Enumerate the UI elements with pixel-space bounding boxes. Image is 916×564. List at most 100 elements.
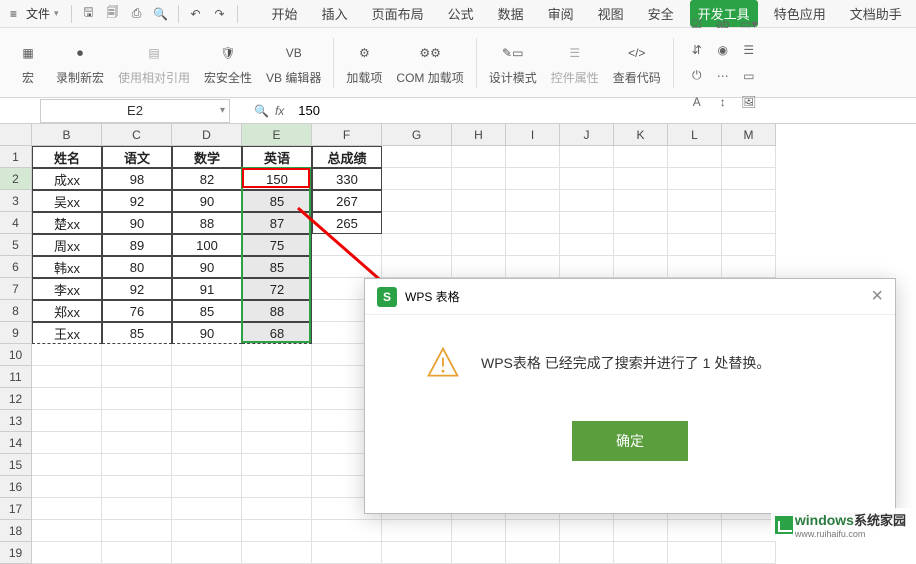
row-header-8[interactable]: 8 (0, 300, 32, 322)
row-header-15[interactable]: 15 (0, 454, 32, 476)
cell-D17[interactable] (172, 498, 242, 520)
cell-K18[interactable] (614, 520, 668, 542)
cell-J4[interactable] (560, 212, 614, 234)
cell-I18[interactable] (506, 520, 560, 542)
cell-C3[interactable] (102, 190, 172, 212)
cell-K1[interactable] (614, 146, 668, 168)
col-header-G[interactable]: G (382, 124, 452, 146)
cell-H6[interactable] (452, 256, 506, 278)
cell-L6[interactable] (668, 256, 722, 278)
row-header-13[interactable]: 13 (0, 410, 32, 432)
cell-B12[interactable] (32, 388, 102, 410)
cell-M19[interactable] (722, 542, 776, 564)
undo-icon[interactable]: ↶ (185, 3, 207, 25)
tab-7[interactable]: 安全 (640, 0, 682, 27)
cell-D5[interactable] (172, 234, 242, 256)
cell-D12[interactable] (172, 388, 242, 410)
ok-button[interactable]: 确定 (572, 421, 688, 461)
col-header-J[interactable]: J (560, 124, 614, 146)
row-header-17[interactable]: 17 (0, 498, 32, 520)
save-as-icon[interactable]: 🗐 (102, 3, 124, 25)
cell-D1[interactable] (172, 146, 242, 168)
cell-C8[interactable] (102, 300, 172, 322)
cell-G2[interactable] (382, 168, 452, 190)
cell-K4[interactable] (614, 212, 668, 234)
col-header-F[interactable]: F (312, 124, 382, 146)
cell-E15[interactable] (242, 454, 312, 476)
row-header-2[interactable]: 2 (0, 168, 32, 190)
tab-0[interactable]: 开始 (264, 0, 306, 27)
cell-C13[interactable] (102, 410, 172, 432)
cell-F3[interactable] (312, 190, 382, 212)
cell-F19[interactable] (312, 542, 382, 564)
cell-J1[interactable] (560, 146, 614, 168)
col-header-B[interactable]: B (32, 124, 102, 146)
cell-C15[interactable] (102, 454, 172, 476)
file-menu[interactable]: ≡ 文件 ▾ (4, 3, 65, 24)
relative-ref-button[interactable]: ▤ 使用相对引用 (112, 39, 196, 86)
record-macro-button[interactable]: ⏺ 录制新宏 (50, 39, 110, 86)
design-mode-button[interactable]: ✎▭ 设计模式 (483, 39, 543, 86)
cell-B14[interactable] (32, 432, 102, 454)
cell-L1[interactable] (668, 146, 722, 168)
cell-L19[interactable] (668, 542, 722, 564)
formula-input[interactable] (290, 101, 590, 120)
cell-D13[interactable] (172, 410, 242, 432)
cell-E10[interactable] (242, 344, 312, 366)
cell-E16[interactable] (242, 476, 312, 498)
view-code-button[interactable]: </> 查看代码 (607, 39, 667, 86)
cell-H3[interactable] (452, 190, 506, 212)
select-all-corner[interactable] (0, 124, 32, 146)
col-header-D[interactable]: D (172, 124, 242, 146)
cell-C2[interactable] (102, 168, 172, 190)
cell-K6[interactable] (614, 256, 668, 278)
close-icon[interactable]: × (871, 285, 883, 308)
col-header-C[interactable]: C (102, 124, 172, 146)
cell-M4[interactable] (722, 212, 776, 234)
cell-I5[interactable] (506, 234, 560, 256)
label-control-icon[interactable]: A (686, 91, 708, 113)
cell-G6[interactable] (382, 256, 452, 278)
cell-H2[interactable] (452, 168, 506, 190)
spin-control-icon[interactable]: ⇵ (686, 39, 708, 61)
cell-D8[interactable] (172, 300, 242, 322)
cell-H19[interactable] (452, 542, 506, 564)
cell-E18[interactable] (242, 520, 312, 542)
cell-D10[interactable] (172, 344, 242, 366)
cell-E19[interactable] (242, 542, 312, 564)
cell-C17[interactable] (102, 498, 172, 520)
cell-C16[interactable] (102, 476, 172, 498)
cell-C5[interactable] (102, 234, 172, 256)
control-props-button[interactable]: ☰ 控件属性 (545, 39, 605, 86)
cell-I2[interactable] (506, 168, 560, 190)
cell-C4[interactable] (102, 212, 172, 234)
more-controls-icon[interactable]: ⋯ (712, 65, 734, 87)
cell-I1[interactable] (506, 146, 560, 168)
cell-E5[interactable] (242, 234, 312, 256)
cell-E17[interactable] (242, 498, 312, 520)
tab-5[interactable]: 审阅 (540, 0, 582, 27)
cell-C6[interactable] (102, 256, 172, 278)
col-header-I[interactable]: I (506, 124, 560, 146)
cell-J6[interactable] (560, 256, 614, 278)
cell-F2[interactable] (312, 168, 382, 190)
cell-B17[interactable] (32, 498, 102, 520)
cell-E1[interactable] (242, 146, 312, 168)
macro-button[interactable]: ▦ 宏 (8, 39, 48, 86)
macro-security-button[interactable]: 🛡 宏安全性 (198, 39, 258, 86)
cell-F5[interactable] (312, 234, 382, 256)
cell-B16[interactable] (32, 476, 102, 498)
cell-G1[interactable] (382, 146, 452, 168)
cell-L2[interactable] (668, 168, 722, 190)
textbox-control-icon[interactable]: ab (712, 13, 734, 35)
radio-control-icon[interactable]: ◉ (712, 39, 734, 61)
cell-B1[interactable] (32, 146, 102, 168)
cell-L3[interactable] (668, 190, 722, 212)
cell-B2[interactable] (32, 168, 102, 190)
cell-D4[interactable] (172, 212, 242, 234)
cell-B4[interactable] (32, 212, 102, 234)
redo-icon[interactable]: ↷ (209, 3, 231, 25)
cell-H4[interactable] (452, 212, 506, 234)
cell-G3[interactable] (382, 190, 452, 212)
cell-M3[interactable] (722, 190, 776, 212)
